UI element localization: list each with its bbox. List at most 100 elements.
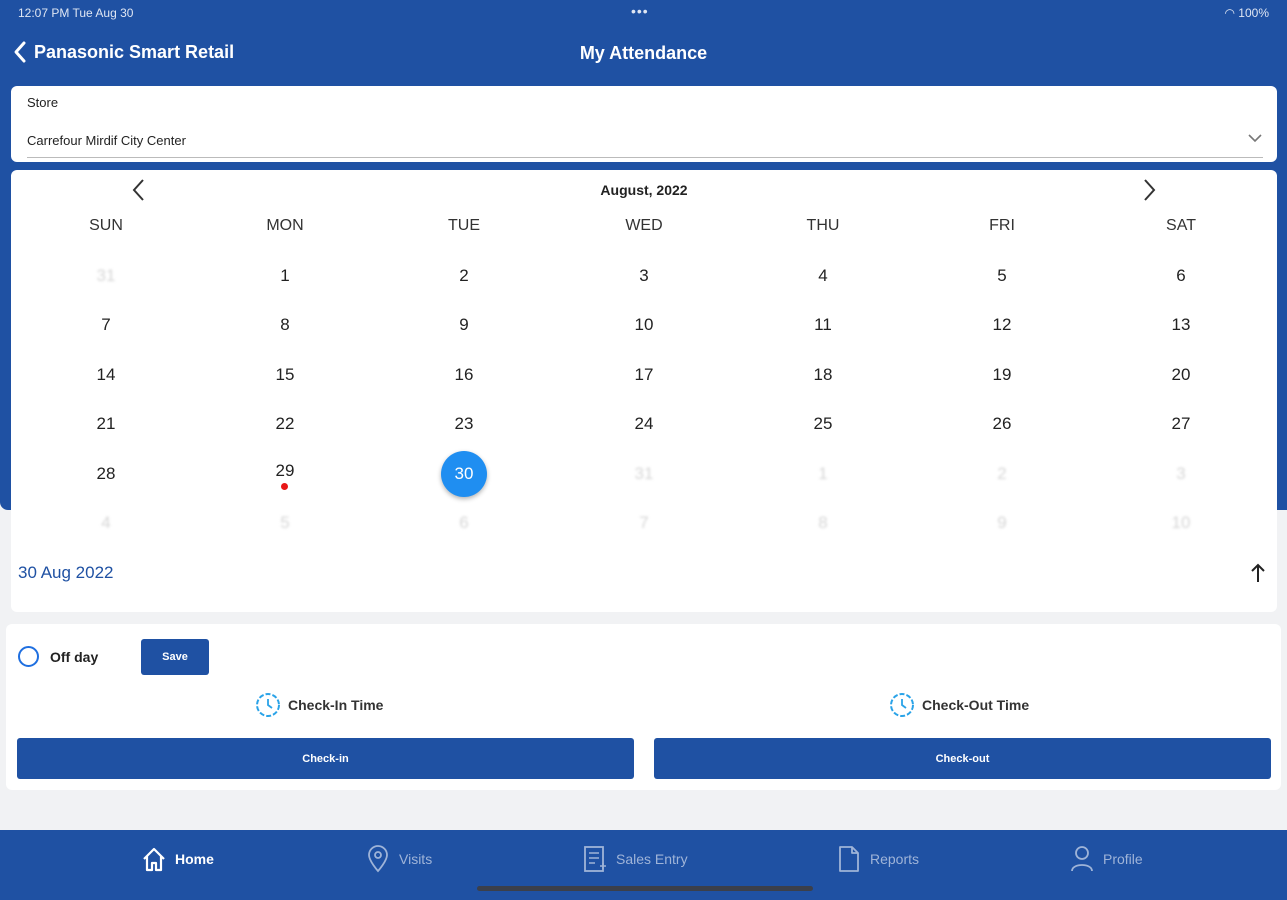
calendar-day[interactable]: 8 xyxy=(800,500,846,546)
calendar-day[interactable]: 3 xyxy=(1158,451,1204,497)
calendar-day[interactable]: 9 xyxy=(441,302,487,348)
chevron-down-icon xyxy=(1248,134,1262,143)
calendar-day-number: 3 xyxy=(639,266,649,285)
calendar-day-number: 21 xyxy=(96,414,116,433)
calendar-day[interactable]: 7 xyxy=(83,302,129,348)
calendar-day[interactable]: 3 xyxy=(621,253,667,299)
checkin-time: Check-In Time xyxy=(255,692,383,718)
tab-home[interactable]: Home xyxy=(141,844,214,874)
calendar-day-number: 6 xyxy=(459,513,469,532)
tab-home-label: Home xyxy=(175,851,214,867)
status-bar: 12:07 PM Tue Aug 30 ••• ◠ 100% xyxy=(0,0,1287,26)
calendar-day[interactable]: 24 xyxy=(621,401,667,447)
tab-profile[interactable]: Profile xyxy=(1069,844,1143,874)
calendar-day-number: 20 xyxy=(1171,365,1191,384)
weekday-sun: SUN xyxy=(89,217,123,234)
calendar-day[interactable]: 20 xyxy=(1158,352,1204,398)
attendance-marker-dot xyxy=(281,483,288,490)
tab-profile-label: Profile xyxy=(1103,851,1143,867)
calendar-day-number: 2 xyxy=(459,266,469,285)
calendar-day-number: 25 xyxy=(813,414,833,433)
calendar-day-number: 15 xyxy=(275,365,295,384)
save-button[interactable]: Save xyxy=(141,639,209,675)
calendar-day-number: 19 xyxy=(992,365,1012,384)
calendar-day-number: 16 xyxy=(454,365,474,384)
calendar-day[interactable]: 31 xyxy=(83,253,129,299)
checkout-time-label: Check-Out Time xyxy=(922,697,1030,713)
calendar-day[interactable]: 1 xyxy=(262,253,308,299)
calendar-day[interactable]: 11 xyxy=(800,302,846,348)
calendar-day[interactable]: 27 xyxy=(1158,401,1204,447)
home-indicator[interactable] xyxy=(477,886,813,891)
calendar-day[interactable]: 10 xyxy=(1158,500,1204,546)
tab-reports[interactable]: Reports xyxy=(836,844,919,874)
calendar-day[interactable]: 9 xyxy=(979,500,1025,546)
calendar-day[interactable]: 10 xyxy=(621,302,667,348)
store-card: Store Carrefour Mirdif City Center xyxy=(11,86,1277,162)
chevron-right-icon[interactable] xyxy=(1138,176,1160,204)
checkout-time: Check-Out Time xyxy=(889,692,1029,718)
calendar-day[interactable]: 16 xyxy=(441,352,487,398)
calendar-day[interactable]: 19 xyxy=(979,352,1025,398)
calendar-day[interactable]: 30 xyxy=(441,451,487,497)
calendar-day[interactable]: 14 xyxy=(83,352,129,398)
weekday-thu: THU xyxy=(806,217,840,234)
calendar-day[interactable]: 29 xyxy=(262,451,308,497)
store-dropdown[interactable]: Carrefour Mirdif City Center xyxy=(27,126,1263,158)
location-pin-icon xyxy=(368,845,388,873)
offday-radio[interactable] xyxy=(18,646,39,667)
calendar-day[interactable]: 4 xyxy=(83,500,129,546)
calendar-day-number: 30 xyxy=(454,464,474,483)
calendar-day[interactable]: 1 xyxy=(800,451,846,497)
tab-sales-entry[interactable]: Sales Entry xyxy=(582,844,688,874)
calendar-day[interactable]: 2 xyxy=(441,253,487,299)
calendar-day[interactable]: 15 xyxy=(262,352,308,398)
navigation-bar: Panasonic Smart Retail My Attendance xyxy=(0,30,1287,78)
calendar-day[interactable]: 31 xyxy=(621,451,667,497)
calendar-day[interactable]: 22 xyxy=(262,401,308,447)
store-label: Store xyxy=(27,95,59,110)
calendar-day-number: 13 xyxy=(1171,315,1191,334)
calendar-day[interactable]: 23 xyxy=(441,401,487,447)
weekday-fri: FRI xyxy=(989,217,1015,234)
multitask-dots[interactable]: ••• xyxy=(631,3,649,19)
tab-visits[interactable]: Visits xyxy=(365,844,432,874)
calendar-day[interactable]: 6 xyxy=(1158,253,1204,299)
calendar-day[interactable]: 5 xyxy=(262,500,308,546)
status-right: ◠ 100% xyxy=(1224,6,1269,20)
attendance-actions-card: Off day Save Check-In Time Check-Out Tim… xyxy=(6,624,1281,790)
calendar-day[interactable]: 28 xyxy=(83,451,129,497)
calendar-day-number: 1 xyxy=(280,266,290,285)
calendar-day[interactable]: 4 xyxy=(800,253,846,299)
checkout-button[interactable]: Check-out xyxy=(654,738,1271,779)
calendar-day[interactable]: 21 xyxy=(83,401,129,447)
calendar-day[interactable]: 2 xyxy=(979,451,1025,497)
calendar-day[interactable]: 25 xyxy=(800,401,846,447)
calendar-day-number: 5 xyxy=(280,513,290,532)
calendar-day[interactable]: 13 xyxy=(1158,302,1204,348)
calendar-day[interactable]: 17 xyxy=(621,352,667,398)
user-icon xyxy=(1071,846,1093,872)
calendar-day-number: 22 xyxy=(275,414,295,433)
calendar-day[interactable]: 8 xyxy=(262,302,308,348)
calendar-day[interactable]: 12 xyxy=(979,302,1025,348)
calendar-day-number: 10 xyxy=(634,315,654,334)
calendar-day[interactable]: 7 xyxy=(621,500,667,546)
calendar-day-number: 7 xyxy=(639,513,649,532)
calendar-day[interactable]: 6 xyxy=(441,500,487,546)
calendar-day[interactable]: 26 xyxy=(979,401,1025,447)
calendar-day[interactable]: 5 xyxy=(979,253,1025,299)
arrow-up-icon[interactable] xyxy=(1249,562,1267,584)
calendar-day-number: 3 xyxy=(1176,464,1186,483)
clock-icon xyxy=(256,693,280,717)
calendar-day-number: 18 xyxy=(813,365,833,384)
calendar-day[interactable]: 18 xyxy=(800,352,846,398)
calendar-day-number: 4 xyxy=(818,266,828,285)
calendar-day-number: 29 xyxy=(275,461,295,480)
checkin-button[interactable]: Check-in xyxy=(17,738,634,779)
weekday-sat: SAT xyxy=(1166,217,1196,234)
calendar-day-number: 8 xyxy=(280,315,290,334)
page-title: My Attendance xyxy=(579,43,708,63)
wifi-icon: ◠ xyxy=(1224,6,1239,20)
store-value: Carrefour Mirdif City Center xyxy=(27,133,186,148)
